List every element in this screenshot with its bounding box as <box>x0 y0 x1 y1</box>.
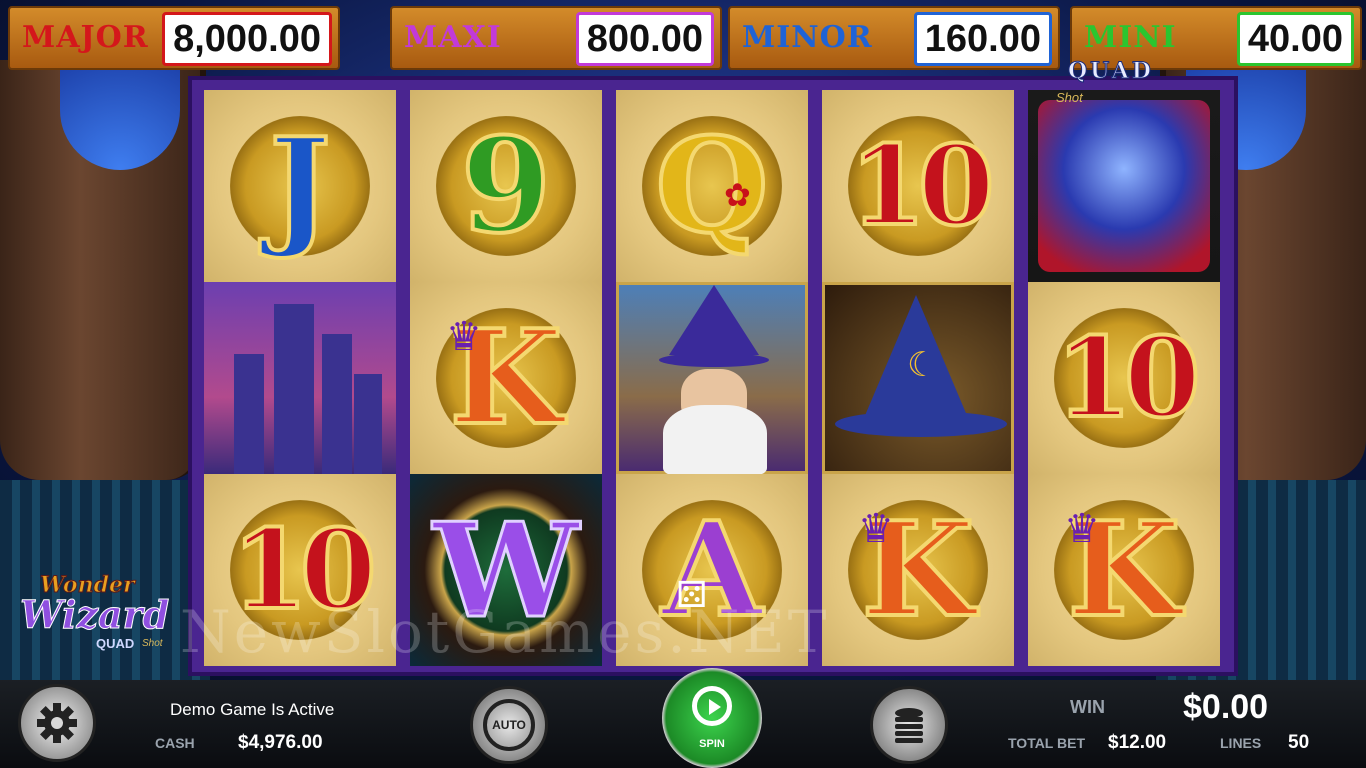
jackpot-minor-value: 160.00 <box>913 12 1052 66</box>
lines-value: 50 <box>1288 732 1310 753</box>
autoplay-icon: AUTO <box>483 699 535 751</box>
spin-label: SPIN <box>699 738 725 750</box>
quad-shot-subtitle: Shot <box>1056 90 1083 105</box>
cash-label: CASH <box>155 735 195 751</box>
jackpot-major-label: MAJOR <box>22 20 149 55</box>
rose-icon: ✿ <box>724 177 751 213</box>
crown-icon: ♛ <box>1064 507 1100 551</box>
jackpot-maxi-label: MAXI <box>404 20 502 55</box>
reel-2: 9 K ♛ W <box>410 90 602 670</box>
jackpot-minor-label: MINOR <box>742 20 873 55</box>
jackpot-bar: MAJOR 8,000.00 MAXI 800.00 MINOR 160.00 … <box>8 6 1362 70</box>
settings-button[interactable] <box>18 684 96 762</box>
castle-symbol <box>204 282 396 474</box>
symbol-10: 10 <box>1028 282 1220 474</box>
total-bet-label: TOTAL BET <box>1008 735 1085 751</box>
jackpot-maxi-value: 800.00 <box>575 12 714 66</box>
cash-value: $4,976.00 <box>238 732 323 753</box>
jackpot-major-value: 8,000.00 <box>162 12 332 66</box>
jackpot-mini-value: 40.00 <box>1236 12 1354 66</box>
spin-button[interactable]: SPIN <box>662 668 762 768</box>
symbol-10: 10 <box>822 90 1014 282</box>
reel-frame: J 10 9 K ♛ W Q ✿ A ⚄ 10 ☾ K ♛ 10 K ♛ <box>188 76 1238 676</box>
symbol-k: K ♛ <box>1028 474 1220 666</box>
wizard-symbol <box>616 282 808 475</box>
crown-icon: ♛ <box>858 507 894 551</box>
win-label: WIN <box>1070 697 1105 717</box>
gear-icon <box>37 703 77 743</box>
bet-button[interactable] <box>870 686 948 764</box>
reel-4: 10 ☾ K ♛ <box>822 90 1014 670</box>
autoplay-button[interactable]: AUTO <box>470 686 548 764</box>
quad-shot-title: QUAD <box>1068 58 1154 85</box>
lines-label: LINES <box>1220 735 1262 751</box>
moon-icon: ☾ <box>907 346 938 384</box>
coin-stack-icon <box>895 708 923 743</box>
jackpot-minor: MINOR 160.00 <box>728 6 1060 70</box>
symbol-k: K ♛ <box>822 474 1014 666</box>
jackpot-major: MAJOR 8,000.00 <box>8 6 340 70</box>
symbol-k: K ♛ <box>410 282 602 474</box>
crown-icon: ♛ <box>446 315 482 359</box>
symbol-q: Q ✿ <box>616 90 808 282</box>
spin-icon <box>692 686 732 726</box>
jackpot-maxi: MAXI 800.00 <box>390 6 722 70</box>
game-logo: Wonder Wizard QUAD Shot <box>19 572 170 652</box>
watermark: NewSlotGames.NET <box>180 598 830 666</box>
win-value: $0.00 <box>1183 688 1269 726</box>
demo-status: Demo Game Is Active <box>170 700 335 719</box>
jackpot-mini-label: MINI <box>1084 20 1177 55</box>
total-bet-value: $12.00 <box>1108 732 1167 753</box>
crystal-ball-symbol <box>1028 90 1220 282</box>
symbol-9: 9 <box>410 90 602 282</box>
reel-1: J 10 <box>204 90 396 670</box>
symbol-j: J <box>204 90 396 282</box>
reel-3: Q ✿ A ⚄ <box>616 90 808 670</box>
left-arch <box>0 60 206 480</box>
wizard-hat-symbol: ☾ <box>822 282 1014 474</box>
reel-5: 10 K ♛ <box>1028 90 1220 670</box>
